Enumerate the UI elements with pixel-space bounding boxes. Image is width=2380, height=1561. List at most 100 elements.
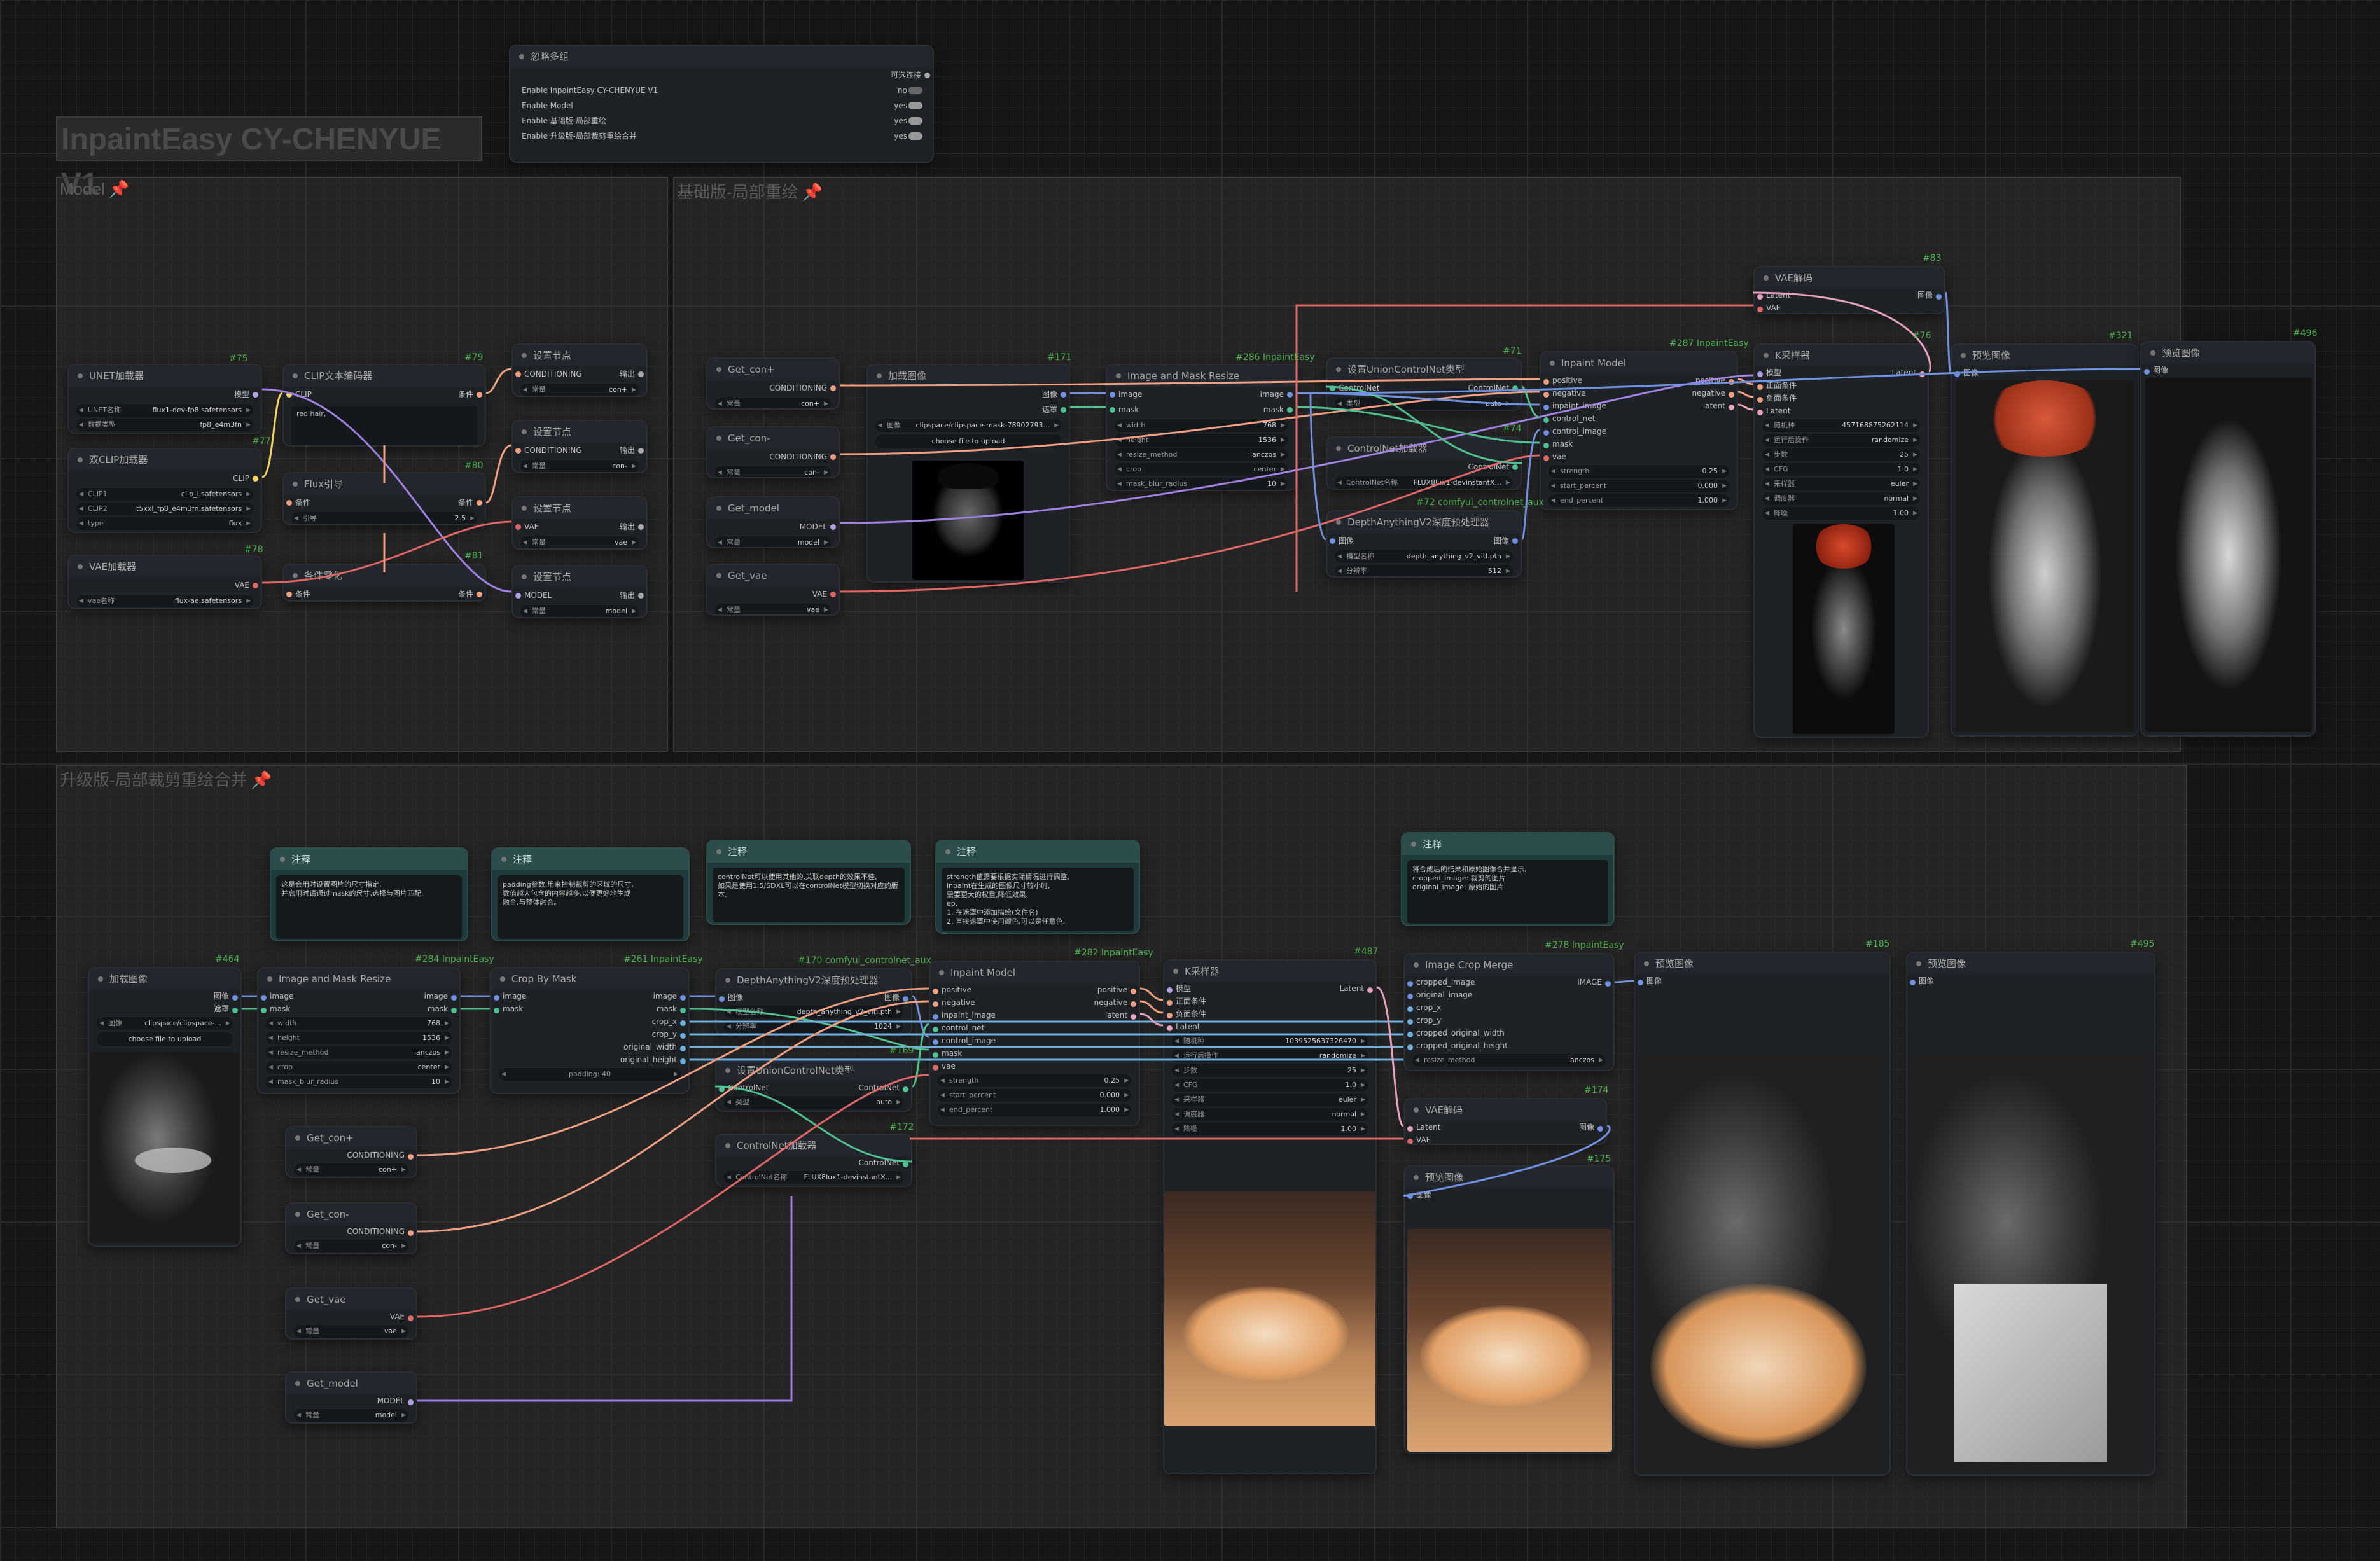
output-port[interactable] [680,995,686,1001]
inpaint-model-node[interactable]: Inpaint Model positive positive negative n… [929,961,1140,1126]
input-port[interactable] [1330,385,1335,391]
model-name-widget[interactable]: 模型名称depth_anything_v2_vitl.pth [1335,550,1513,563]
input-port[interactable] [515,371,521,377]
crop-by-mask-node[interactable]: Crop By Mask image image mask mask crop_x … [490,967,690,1094]
node-title[interactable]: 预览图像 [1405,1167,1613,1188]
constant-widget[interactable]: 常量con+ [520,384,639,396]
height-widget[interactable]: height1536 [1115,434,1288,447]
image-crop-merge-node[interactable]: Image Crop Merge cropped_image IMAGE orig… [1403,953,1615,1071]
bypass-row[interactable]: Enable InpaintEasy CY-CHENYUE V1 no [510,83,933,98]
pin-icon[interactable]: 📌 [109,179,129,198]
input-port[interactable] [1407,1126,1413,1132]
control-after-generate-widget[interactable]: 运行后操作randomize [1172,1050,1368,1062]
node-title[interactable]: 注释 [936,841,1139,863]
node-title[interactable]: ControlNet加载器 [1327,438,1521,459]
vae-decode-node[interactable]: VAE解码 Latent 图像 VAE [1403,1098,1607,1145]
constant-widget[interactable]: 常量con+ [294,1163,408,1176]
node-title[interactable]: 预览图像 [1635,953,1889,975]
model-name-widget[interactable]: 模型名称depth_anything_v2_vitl.pth [724,1006,903,1018]
input-port[interactable] [1407,1193,1413,1199]
ksampler-node[interactable]: K采样器 模型Latent 正面条件 负面条件 Latent 随机种103952… [1163,959,1377,1474]
node-title[interactable]: Get_con+ [707,359,839,380]
input-port[interactable] [1757,397,1763,403]
get-con-plus-node[interactable]: Get_con+ CONDITIONING 常量con+ [285,1126,417,1178]
type-widget[interactable]: 类型auto [1335,398,1513,410]
constant-widget[interactable]: 常量con+ [715,398,831,408]
input-port[interactable] [1543,455,1549,461]
node-title[interactable]: 设置UnionControlNet类型 [716,1060,911,1081]
node-title[interactable]: 设置节点 [513,345,646,366]
input-port[interactable] [1110,392,1115,398]
set-node-model[interactable]: 设置节点 MODEL输出 常量model [511,565,648,618]
output-port[interactable] [680,1020,686,1026]
pin-icon[interactable]: 📌 [802,183,823,202]
input-port[interactable] [719,1086,725,1092]
set-node-con-minus[interactable]: 设置节点 CONDITIONING输出 常量con- [511,420,648,473]
node-title[interactable]: DepthAnythingV2深度预处理器 [1327,511,1521,533]
constant-widget[interactable]: 常量con- [715,466,831,477]
toggle-switch[interactable] [908,117,922,125]
output-port[interactable] [451,995,457,1001]
input-port[interactable] [1330,538,1335,544]
output-port[interactable] [830,385,836,391]
note-node[interactable]: 注释 strength值需要根据实际情况进行调整, inpaint在生成的图像尺… [935,840,1140,934]
output-port[interactable] [1061,392,1066,398]
node-title[interactable]: K采样器 [1164,961,1375,982]
bypass-row[interactable]: Enable Model yes [510,98,933,113]
input-port[interactable] [1167,1025,1173,1031]
output-port[interactable] [1287,407,1293,413]
strength-widget[interactable]: strength0.25 [1548,465,1729,478]
node-title[interactable]: K采样器 [1755,345,1928,366]
type-widget[interactable]: typeflux [76,517,253,530]
node-title[interactable]: 注释 [1402,833,1613,855]
resolution-widget[interactable]: 分辨率512 [1335,565,1513,576]
output-port[interactable] [680,1033,686,1039]
node-title[interactable]: Inpaint Model [930,962,1139,983]
node-title[interactable]: 加载图像 [868,365,1069,387]
dtype-widget[interactable]: 数据类型fp8_e4m3fn [76,419,253,431]
resolution-widget[interactable]: 分辨率1024 [724,1020,903,1033]
vae-decode-node[interactable]: VAE解码 Latent 图像 VAE [1753,266,1945,314]
input-port[interactable] [1167,987,1173,993]
output-port[interactable] [638,448,644,454]
output-port[interactable] [903,996,908,1002]
clip2-widget[interactable]: CLIP2t5xxl_fp8_e4m3fn.safetensors [76,503,253,515]
node-title[interactable]: 预览图像 [1952,345,2138,366]
node-title[interactable]: 加载图像 [89,968,240,990]
note-text[interactable]: 这是会用时设置图片的尺寸指定, 并启用时请通过mask的尺寸,选择与图片匹配. [276,875,462,939]
output-port[interactable] [638,524,644,530]
padding-widget[interactable]: padding: 40 [499,1068,681,1081]
node-title[interactable]: Image and Mask Resize [1107,365,1295,387]
controlnet-name-widget[interactable]: ControlNet名称FLUX8lux1-devinstantX... [1335,476,1513,489]
output-port[interactable] [477,592,482,597]
note-text[interactable]: 将合成后的结果和原始图像合并显示, cropped_image: 裁剪的图片 o… [1407,860,1608,924]
output-port[interactable] [903,1162,908,1167]
controlnet-loader-node[interactable]: ControlNet加载器 ControlNet ControlNet名称FLU… [715,1134,912,1187]
get-con-minus-node[interactable]: Get_con- CONDITIONING 常量con- [706,426,840,478]
get-vae-node[interactable]: Get_vae VAE 常量vae [285,1287,417,1340]
output-port[interactable] [924,73,930,78]
input-port[interactable] [719,996,725,1002]
upload-button[interactable]: choose file to upload [97,1032,233,1046]
output-port[interactable] [477,500,482,506]
mask-blur-widget[interactable]: mask_blur_radius10 [1115,478,1288,490]
scheduler-widget[interactable]: 调度器normal [1172,1108,1368,1121]
output-port[interactable] [1131,1014,1136,1020]
output-port[interactable] [1131,1001,1136,1007]
node-title[interactable]: 设置节点 [513,421,646,443]
cfg-widget[interactable]: CFG1.0 [1172,1079,1368,1092]
input-port[interactable] [286,592,292,597]
output-port[interactable] [1512,385,1518,391]
node-title[interactable]: Image Crop Merge [1405,954,1613,976]
output-port[interactable] [830,524,836,530]
get-con-plus-node[interactable]: Get_con+ CONDITIONING 常量con+ [706,357,840,410]
node-title[interactable]: Flux引导 [284,473,485,495]
node-title[interactable]: UNET加载器 [69,365,261,387]
image-mask-resize-node[interactable]: Image and Mask Resize image image mask mas… [1106,364,1297,491]
output-port[interactable] [1512,464,1518,470]
input-port[interactable] [1757,371,1763,377]
node-title[interactable]: VAE解码 [1755,267,1944,289]
input-port[interactable] [261,1008,267,1013]
node-title[interactable]: Get_vae [707,565,839,586]
constant-widget[interactable]: 常量vae [520,536,639,548]
